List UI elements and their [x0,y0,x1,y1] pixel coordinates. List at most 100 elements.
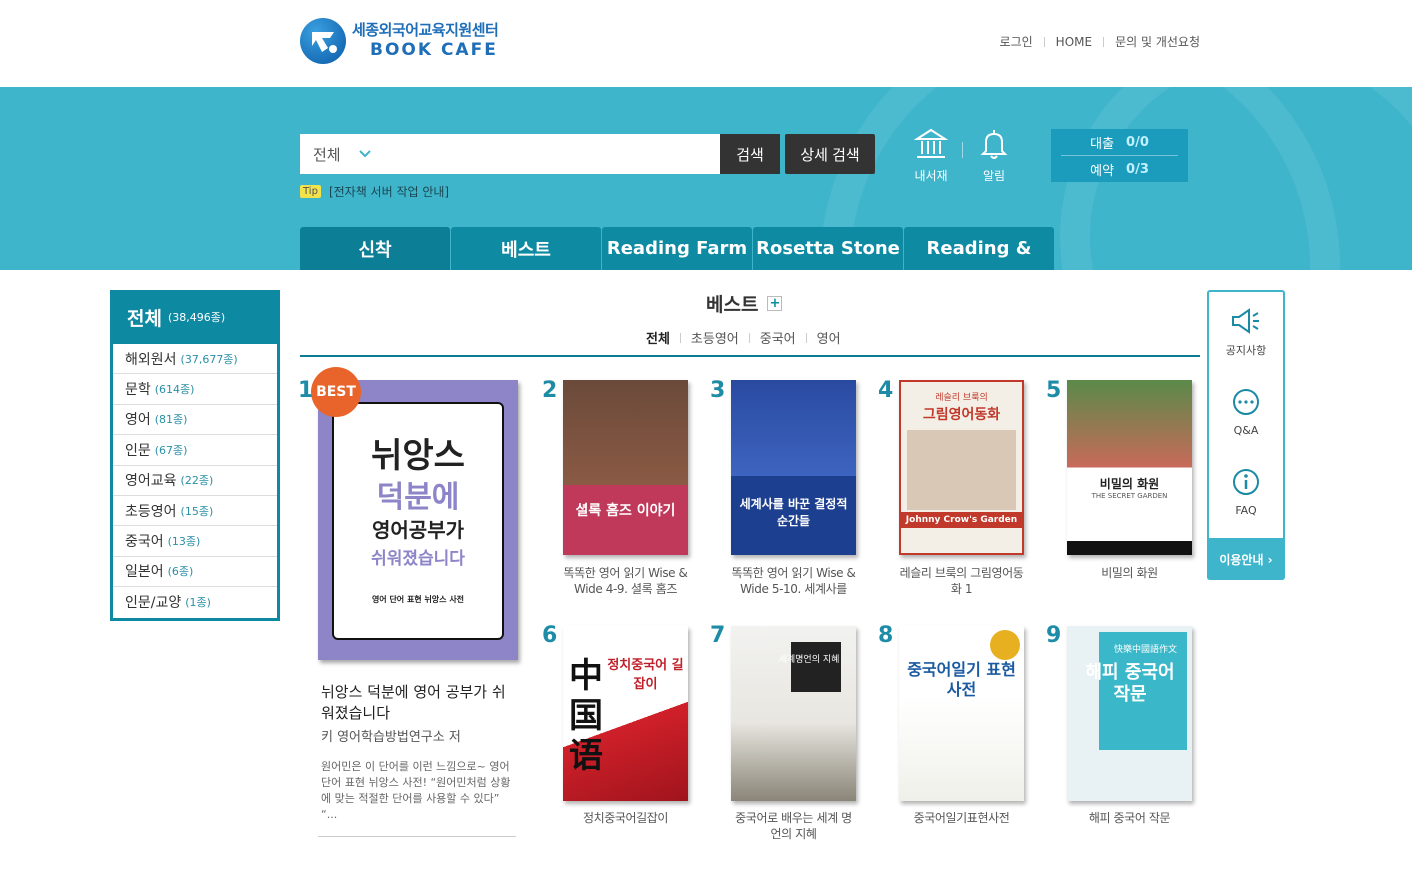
inquiry-link[interactable]: 문의 및 개선요청 [1115,33,1200,50]
logo-subtitle: BOOK CAFE [370,40,498,60]
sidebar-item-english[interactable]: 영어 (81종) [113,405,277,436]
rank-number: 2 [542,378,558,403]
faq-label: FAQ [1235,504,1257,517]
book-cover-6[interactable]: 정치중국어 길잡이 中国语 [563,626,688,801]
cover-illustration [907,430,1016,510]
book-cover-5[interactable]: 비밀의 화원 THE SECRET GARDEN [1067,380,1192,555]
sidebar-item-foreign[interactable]: 해외원서 (37,677종) [113,344,277,375]
sidebar-header[interactable]: 전체 (38,496종) [110,290,280,344]
sidebar-title: 전체 [127,307,162,330]
book-cover-2[interactable]: 셜록 홈즈 이야기 [563,380,688,555]
usage-guide-button[interactable]: 이용안내 › [1207,538,1285,580]
subtab-all[interactable]: 전체 [646,328,670,347]
book-caption[interactable]: 중국어로 배우는 세계 명언의 지혜 [731,810,856,842]
alarm-label: 알림 [982,169,1006,183]
tab-new[interactable]: 신착 [300,227,450,270]
cover-text: 뉘앙스 [371,436,465,476]
search-button[interactable]: 검색 [720,134,780,174]
bell-icon [980,130,1008,159]
top-links: 로그인 HOME 문의 및 개선요청 [1000,33,1200,50]
faq-button[interactable]: FAQ [1209,468,1283,517]
section-title-text: 베스트 [706,294,759,316]
tab-best[interactable]: 베스트 [451,227,601,270]
section-subtabs: 전체 초등영어 중국어 영어 [646,328,841,347]
sidebar-item-label: 초등영어 [125,503,177,520]
my-library-label: 내서재 [914,169,948,183]
cover-text: 세계명언의 지혜 [778,655,840,665]
subtab-elementary-english[interactable]: 초등영어 [691,328,739,347]
book-cover-3[interactable]: 세계사를 바꾼 결정적 순간들 [731,380,856,555]
tip-notice: Tip [전자책 서버 작업 안내] [300,183,449,200]
search-scope-select[interactable]: 전체 [313,144,341,165]
book-cover-9[interactable]: 快樂中國語作文 해피 중국어 작문 [1067,626,1192,801]
book-caption[interactable]: 똑똑한 영어 읽기 Wise & Wide 5-10. 세계사를 [731,565,856,597]
notice-button[interactable]: 공지사항 [1209,306,1283,358]
book-caption[interactable]: 똑똑한 영어 읽기 Wise & Wide 4-9. 셜록 홈즈 [563,565,688,597]
book-caption[interactable]: 중국어일기표현사전 [899,810,1024,826]
search-banner: 전체 검색 상세 검색 Tip [전자책 서버 작업 안내] 내서재 알림 대출… [0,87,1412,270]
site-logo[interactable]: 세종외국어교육지원센터 BOOK CAFE [300,18,499,64]
rank-number: 8 [878,623,894,648]
loan-status-box[interactable]: 대출 0/0 예약 0/3 [1051,129,1188,182]
login-link[interactable]: 로그인 [1000,33,1033,50]
book-cover-8[interactable]: 중국어일기 표현사전 [899,626,1024,801]
cover-text: 중국어일기 표현사전 [907,660,1016,699]
cover-frame: 뉘앙스 덕분에 영어공부가 쉬워졌습니다 영어 단어 표현 뉘앙스 사전 [332,402,504,640]
sidebar-item-japanese[interactable]: 일본어 (6종) [113,557,277,588]
home-link[interactable]: HOME [1056,35,1092,49]
sidebar-item-chinese[interactable]: 중국어 (13종) [113,526,277,557]
tip-link[interactable]: [전자책 서버 작업 안내] [329,183,449,200]
book-caption[interactable]: 해피 중국어 작문 [1067,810,1192,826]
book-description: 원어민은 이 단어를 이런 느낌으로~ 영어 단어 표현 뉘앙스 사전! “원어… [321,760,511,821]
cover-text: 영어 단어 표현 뉘앙스 사전 [371,595,465,604]
sidebar-item-count: (6종) [167,565,194,579]
subtab-chinese[interactable]: 중국어 [760,328,796,347]
loan-label: 대출 [1090,136,1115,152]
tab-rosetta-stone[interactable]: Rosetta Stone [753,227,903,270]
sidebar-item-humanities[interactable]: 인문 (67종) [113,435,277,466]
sidebar-item-label: 일본어 [125,564,164,581]
book-caption[interactable]: 비밀의 화원 [1067,565,1192,581]
sidebar-item-english-edu[interactable]: 영어교육 (22종) [113,466,277,496]
sidebar-item-literature[interactable]: 문학 (614종) [113,374,277,405]
divider [1103,36,1105,47]
section-title: 베스트 + [706,290,783,317]
reserve-value: 0/3 [1126,161,1149,177]
cover-text: 그림영어동화 [922,407,1001,423]
quick-menu-widget: 공지사항 Q&A FAQ 이용안내 › [1207,290,1285,580]
sidebar-item-label: 중국어 [125,534,164,551]
book-caption[interactable]: 레슬리 브룩의 그림영어동화 1 [899,565,1024,597]
section-divider [300,355,1200,357]
rank-number: 7 [710,623,726,648]
book-author: 키 영어학습방법연구소 저 [321,730,461,745]
divider [1043,36,1045,47]
sidebar-item-elementary-english[interactable]: 초등영어 (15종) [113,496,277,527]
qna-button[interactable]: Q&A [1209,388,1283,437]
rank-number: 6 [542,623,558,648]
more-plus-button[interactable]: + [767,296,783,311]
subtab-english[interactable]: 영어 [817,328,841,347]
book-cover-1[interactable]: 뉘앙스 덕분에 영어공부가 쉬워졌습니다 영어 단어 표현 뉘앙스 사전 [318,380,518,660]
tab-reading-and[interactable]: Reading & [904,227,1054,270]
tab-reading-farm[interactable]: Reading Farm [602,227,752,270]
chevron-down-icon[interactable] [358,148,371,160]
cover-text: 中国语 [569,656,603,776]
my-library-button[interactable]: 내서재 [906,127,956,184]
advanced-search-button[interactable]: 상세 검색 [785,134,875,174]
alarm-button[interactable]: 알림 [969,127,1019,184]
site-header: 세종외국어교육지원센터 BOOK CAFE 로그인 HOME 문의 및 개선요청 [0,0,1412,87]
book-caption[interactable]: 정치중국어길잡이 [563,810,688,826]
sidebar-item-liberal-arts[interactable]: 인문/교양 (1종) [113,587,277,617]
cover-seal [990,630,1020,660]
book-cover-4[interactable]: 레슬리 브룩의 그림영어동화 Johnny Crow's Garden [899,380,1024,555]
book-title[interactable]: 뉘앙스 덕분에 영어 공부가 쉬워졌습니다 [321,682,516,724]
cover-text: 영어공부가 [372,518,464,542]
divider [318,836,516,837]
tip-badge: Tip [300,185,321,198]
main-tabs: 신착 베스트 Reading Farm Rosetta Stone Readin… [300,227,1055,270]
search-input[interactable] [380,135,720,173]
megaphone-icon [1232,308,1259,334]
search-box: 전체 [300,134,720,174]
rank-number: 3 [710,378,726,403]
book-cover-7[interactable]: 세계명언의 지혜 [731,626,856,801]
